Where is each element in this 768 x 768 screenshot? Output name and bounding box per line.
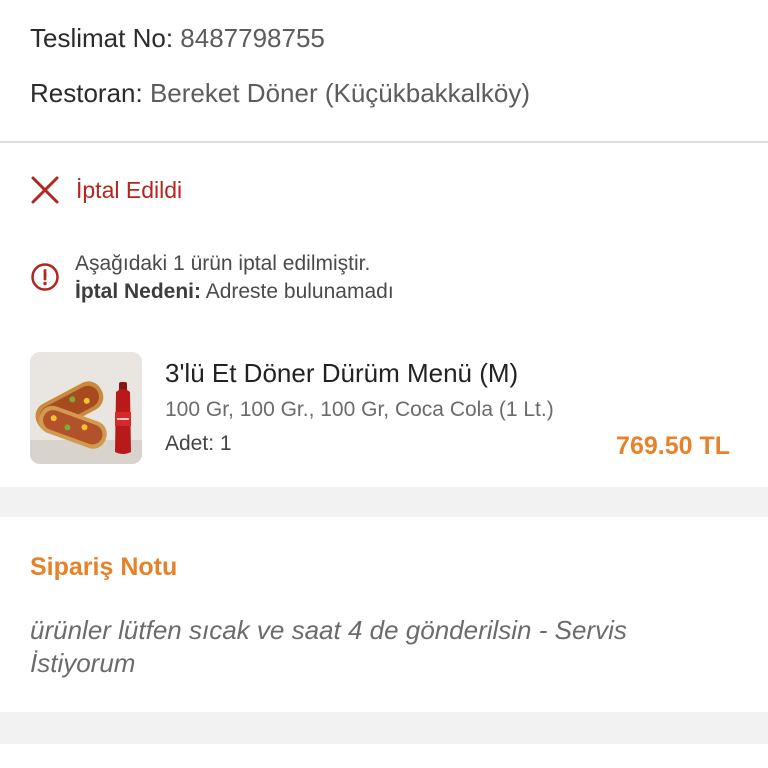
product-description: 100 Gr, 100 Gr., 100 Gr, Coca Cola (1 Lt… <box>165 398 554 421</box>
section-separator <box>0 712 768 744</box>
product-price: 769.50 TL <box>616 432 730 460</box>
order-note-title: Sipariş Notu <box>30 553 178 581</box>
divider <box>0 141 768 143</box>
product-quantity: Adet: 1 <box>165 432 232 455</box>
product-image <box>30 352 142 464</box>
close-icon <box>30 175 60 205</box>
product-name: 3'lü Et Döner Dürüm Menü (M) <box>165 358 519 388</box>
delivery-number-row: Teslimat No: 8487798755 <box>30 22 325 54</box>
order-detail-page: Teslimat No: 8487798755 Restoran: Bereke… <box>0 0 768 768</box>
delivery-number-value: 8487798755 <box>180 23 325 53</box>
restaurant-name[interactable]: Bereket Döner (Küçükbakkalköy) <box>150 78 530 108</box>
cancel-reason-label: İptal Nedeni: <box>75 280 202 303</box>
cancel-notice: Aşağıdaki 1 ürün iptal edilmiştir. İptal… <box>30 250 394 306</box>
restaurant-label: Restoran: <box>30 78 143 108</box>
cancel-notice-text: Aşağıdaki 1 ürün iptal edilmiştir. <box>75 252 371 275</box>
cancel-reason: İptal Nedeni: Adreste bulunamadı <box>75 278 394 306</box>
section-separator <box>0 487 768 517</box>
product-item[interactable]: 3'lü Et Döner Dürüm Menü (M) 100 Gr, 100… <box>30 352 742 466</box>
cancel-reason-value: Adreste bulunamadı <box>205 280 394 303</box>
cancel-status-label: İptal Edildi <box>76 176 183 203</box>
order-note-text: ürünler lütfen sıcak ve saat 4 de gönder… <box>30 615 627 678</box>
restaurant-row: Restoran: Bereket Döner (Küçükbakkalköy) <box>30 77 530 109</box>
info-icon <box>30 262 60 292</box>
cancel-status: İptal Edildi <box>30 172 182 208</box>
delivery-number-label: Teslimat No: <box>30 23 174 53</box>
